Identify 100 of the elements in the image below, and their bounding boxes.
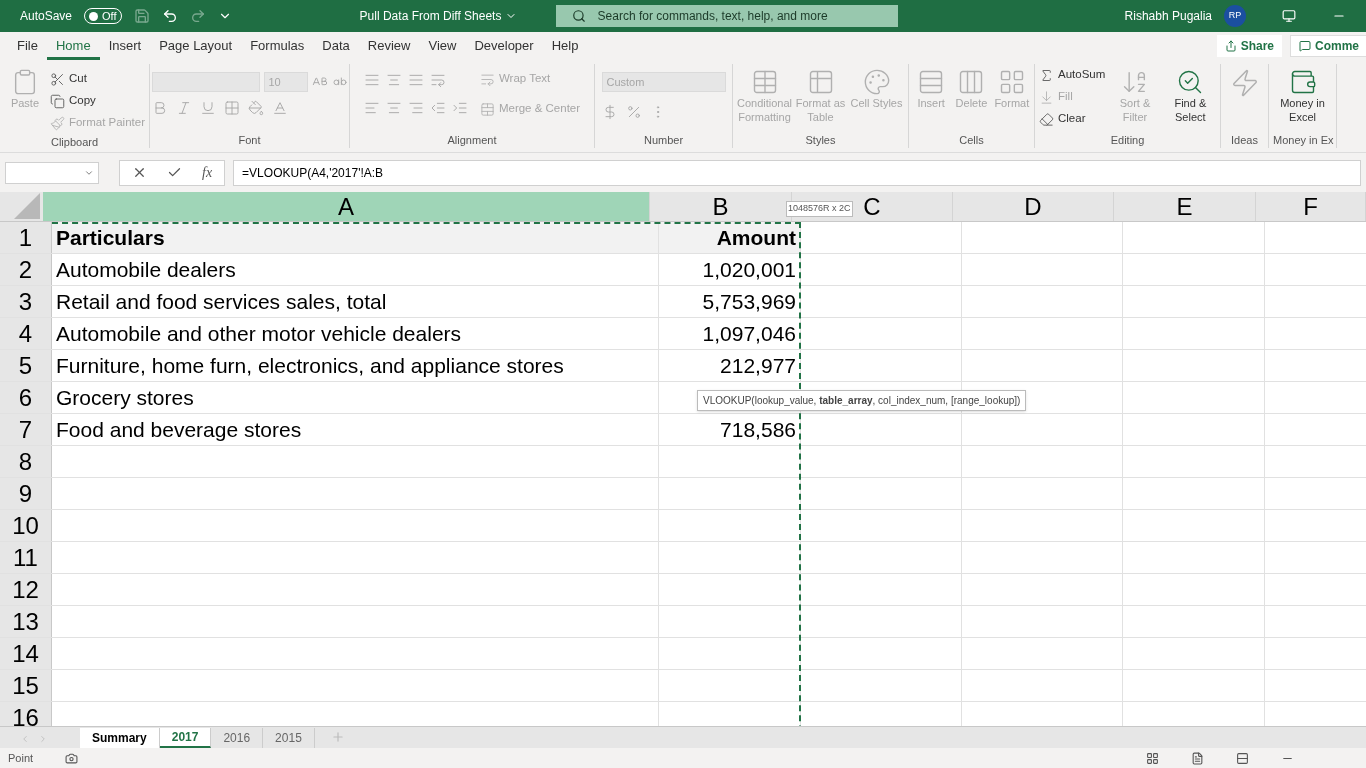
row-header[interactable]: 11 [0,542,52,573]
center-icon[interactable] [385,100,402,116]
search-field[interactable]: Search for commands, text, help, and more [555,5,898,27]
table-cell-text: Grocery stores [56,384,194,411]
ribbon-icon [1039,67,1054,83]
cancel-icon[interactable] [132,165,147,180]
formula-field[interactable]: =VLOOKUP(A4,'2017'!A:B [233,159,1361,186]
ribbon-button[interactable]: Copy [49,90,145,112]
table-cell-text: Furniture, home furn, electronics, and appliance stores [56,352,564,379]
share-icon [1224,40,1237,52]
table-cell-text: Automobile and other motor vehicle dealers [56,320,462,347]
scroll-right-icon[interactable] [38,734,48,744]
row-header[interactable]: 15 [0,670,52,701]
ribbon-tab[interactable]: Help [542,32,588,60]
group-label: Cells [958,133,985,148]
column-header[interactable]: A [43,192,650,221]
borders-icon[interactable] [223,100,240,116]
ribbon-button[interactable]: Clear [1039,108,1106,130]
undo-icon[interactable] [161,8,178,24]
new-sheet-icon[interactable] [330,730,345,744]
group-label: Money in Ex [1273,133,1332,148]
underline-icon[interactable] [199,100,216,116]
align-right-icon[interactable] [407,100,424,116]
group-label: Number [642,133,685,148]
share-button[interactable]: Share [1216,35,1282,57]
ribbon-button[interactable]: Cut [49,68,145,90]
ribbon-tab[interactable]: Formulas [241,32,314,60]
ribbon-button[interactable]: AutoSum [1039,64,1106,86]
status-mode: Point [8,750,34,766]
ribbon-tab[interactable]: Developer [465,32,543,60]
row-header[interactable]: 13 [0,606,52,637]
orientation-icon[interactable] [429,72,446,88]
ribbon-button[interactable]: Find & Select [1164,64,1216,132]
bottom-align-icon[interactable] [407,72,424,88]
table-cell-text: Food and beverage stores [56,416,302,443]
row-header[interactable]: 7 [0,414,52,445]
row-header[interactable]: 6 [0,382,52,413]
sheet-tab[interactable]: 2017 [159,728,212,748]
font-color-icon[interactable] [271,100,288,116]
ribbon-tab[interactable]: View [419,32,466,60]
function-icon[interactable]: fx [202,162,213,183]
row-header[interactable]: 1 [0,222,52,253]
group-label: Font [237,133,262,148]
comments-button[interactable]: Comme [1290,35,1366,57]
top-align-icon[interactable] [363,72,380,88]
group-label: Clipboard [49,135,100,148]
group-label: Alignment [446,133,498,148]
table-cell-text: 718,586 [720,416,796,443]
ribbon-tab[interactable]: Insert [99,32,151,60]
decrease-indent-icon[interactable] [429,100,446,116]
sheet-tab[interactable]: Summary [80,728,160,748]
ribbon-tab[interactable]: File [8,32,47,60]
align-left-icon[interactable] [363,100,380,116]
table-cell-text: Retail and food services sales, total [56,288,387,315]
row-header[interactable]: 3 [0,286,52,317]
ribbon-icon [49,71,65,87]
fill-color-icon[interactable] [247,100,264,116]
normal-view-icon[interactable] [1146,751,1159,765]
row-header[interactable]: 5 [0,350,52,381]
row-header[interactable]: 9 [0,478,52,509]
table-cell-text: 5,753,969 [702,288,796,315]
percent-icon[interactable] [625,104,642,120]
ribbon-icon [479,101,495,117]
group-label: Styles [804,133,837,148]
user-avatar[interactable]: RP [1224,5,1246,27]
ribbon-icon [1039,89,1054,105]
column-header[interactable]: E [1114,192,1256,221]
table-cell-text: 1,097,046 [702,320,796,347]
middle-align-icon[interactable] [385,72,402,88]
scroll-left-icon[interactable] [20,734,30,744]
row-header[interactable]: 14 [0,638,52,669]
ribbon-button[interactable]: Money in Excel [1276,64,1329,132]
ribbon-tab[interactable]: Page Layout [150,32,242,60]
page-break-icon[interactable] [1236,751,1249,765]
ribbon-tab[interactable]: Data [313,32,359,60]
name-box[interactable] [5,161,99,184]
sheet-tab[interactable]: 2016 [211,728,264,748]
document-title[interactable]: Pull Data From Diff Sheets [323,7,554,25]
row-header[interactable]: 12 [0,574,52,605]
macro-icon[interactable] [65,751,79,765]
row-header[interactable]: 10 [0,510,52,541]
font-name-field[interactable] [151,72,260,92]
ribbon-tab[interactable]: Review [358,32,420,60]
row-header[interactable]: 8 [0,446,52,477]
table-cell-text: Amount [716,224,796,251]
row-header[interactable]: 2 [0,254,52,285]
column-header[interactable]: D [953,192,1114,221]
column-header[interactable]: F [1256,192,1366,221]
table-cell-text: Automobile dealers [56,256,236,283]
row-header[interactable]: 4 [0,318,52,349]
table-cell-text: Particulars [56,224,165,251]
ribbon-icon [49,115,65,131]
comment-icon [1299,40,1311,52]
page-layout-icon[interactable] [1191,751,1204,765]
sheet-tab[interactable]: 2015 [263,728,315,748]
table-cell-text: 212,977 [720,352,796,379]
increase-indent-icon[interactable] [451,100,468,116]
user-name: Rishabh Pugalia [1124,8,1212,25]
row-header[interactable]: 16 [0,702,52,726]
ribbon-display-icon[interactable] [1282,9,1296,23]
